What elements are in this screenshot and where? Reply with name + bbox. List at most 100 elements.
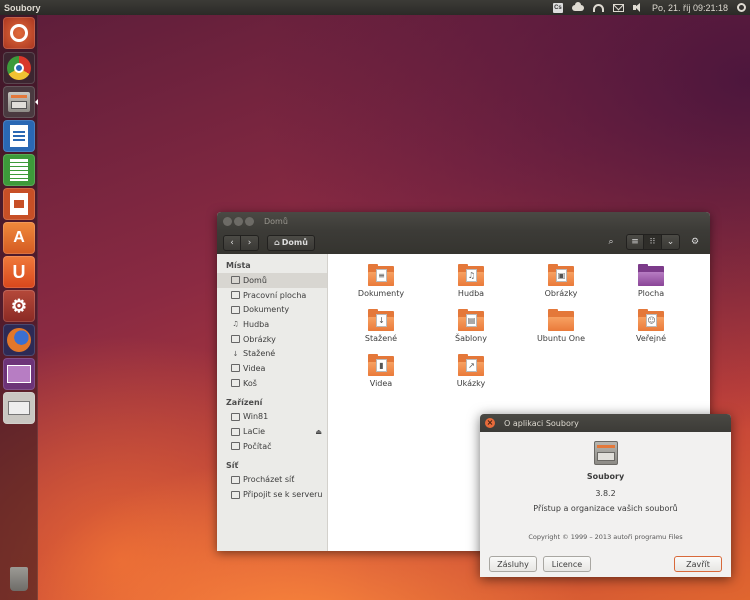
sidebar-item-label: LaCie bbox=[243, 427, 266, 437]
eject-icon[interactable]: ⏏ bbox=[315, 428, 322, 436]
drive-icon[interactable] bbox=[3, 392, 35, 424]
folder-examples[interactable]: ↗ Ukázky bbox=[426, 354, 516, 399]
cloud-icon[interactable] bbox=[571, 1, 584, 13]
folder-public[interactable]: ☺ Veřejné bbox=[606, 309, 696, 354]
wifi-icon[interactable] bbox=[592, 2, 604, 13]
firefox-icon[interactable] bbox=[3, 324, 35, 356]
folder-grid: ≡ Dokumenty ♫ Hudba ▣ Obrázky Plocha ↓ S… bbox=[336, 264, 696, 399]
close-icon[interactable] bbox=[223, 217, 232, 226]
folder-music[interactable]: ♫ Hudba bbox=[426, 264, 516, 309]
about-dialog-titlebar[interactable]: × O aplikaci Soubory bbox=[480, 414, 731, 432]
volume-icon[interactable] bbox=[632, 2, 643, 13]
sidebar-item-computer[interactable]: Počítač bbox=[217, 439, 327, 454]
chrome-icon[interactable] bbox=[3, 52, 35, 84]
grid-view-button[interactable]: ⁝⁝ bbox=[644, 234, 662, 250]
toolbar-right: ⌕ ≡ ⁝⁝ ⌄ ⚙ bbox=[602, 234, 704, 250]
files-icon[interactable] bbox=[3, 86, 35, 118]
breadcrumb[interactable]: ⌂ Domů bbox=[267, 234, 315, 251]
sidebar-item-label: Videa bbox=[243, 363, 266, 373]
trash-icon[interactable] bbox=[3, 563, 35, 595]
back-button[interactable]: ‹ bbox=[223, 234, 241, 251]
folder-downloads[interactable]: ↓ Stažené bbox=[336, 309, 426, 354]
file-manager-titlebar[interactable]: Domů bbox=[217, 212, 710, 231]
minimize-icon[interactable] bbox=[234, 217, 243, 226]
about-dialog-title: O aplikaci Soubory bbox=[504, 418, 579, 428]
software-center-icon[interactable]: A bbox=[3, 222, 35, 254]
mail-icon[interactable] bbox=[612, 2, 624, 13]
ubuntu-dash-icon[interactable] bbox=[3, 17, 35, 49]
about-dialog: × O aplikaci Soubory Soubory 3.8.2 Příst… bbox=[480, 414, 731, 577]
drive-icon bbox=[231, 412, 240, 421]
close-icon[interactable]: × bbox=[485, 418, 495, 428]
documents-icon bbox=[231, 305, 240, 314]
search-icon: ⌕ bbox=[608, 237, 614, 247]
folder-label: Stažené bbox=[364, 334, 398, 343]
music-icon: ♫ bbox=[232, 320, 239, 329]
sidebar-item-label: Stažené bbox=[243, 349, 276, 359]
libreoffice-impress-icon[interactable] bbox=[3, 188, 35, 220]
folder-videos[interactable]: ▮ Videa bbox=[336, 354, 426, 399]
folder-icon bbox=[638, 264, 664, 286]
sidebar-item-win81[interactable]: Win81 bbox=[217, 410, 327, 425]
clock[interactable]: Po, 21. říj 09:21:18 bbox=[652, 2, 728, 13]
folder-icon: ↗ bbox=[458, 354, 484, 376]
view-options-button[interactable]: ⌄ bbox=[662, 234, 680, 250]
desktop-icon bbox=[231, 291, 240, 300]
ubuntu-one-icon[interactable]: U bbox=[3, 256, 35, 288]
close-button[interactable]: Zavřít bbox=[674, 556, 722, 572]
folder-icon: ▮ bbox=[368, 354, 394, 376]
gear-icon[interactable] bbox=[737, 2, 746, 13]
sidebar-item-home[interactable]: Domů bbox=[217, 273, 327, 288]
video-icon bbox=[231, 364, 240, 373]
libreoffice-calc-icon[interactable] bbox=[3, 154, 35, 186]
sidebar-item-connect-server[interactable]: Připojit se k serveru bbox=[217, 487, 327, 502]
sidebar-item-label: Koš bbox=[243, 378, 257, 388]
sidebar-item-label: Win81 bbox=[243, 412, 269, 422]
forward-button[interactable]: › bbox=[241, 234, 259, 251]
sidebar-item-pictures[interactable]: Obrázky bbox=[217, 332, 327, 347]
sidebar-item-videos[interactable]: Videa bbox=[217, 361, 327, 376]
workspace-switcher-icon[interactable] bbox=[3, 358, 35, 390]
navigation-buttons: ‹ › bbox=[223, 234, 259, 251]
devices-header: Zařízení bbox=[226, 397, 263, 407]
search-button[interactable]: ⌕ bbox=[602, 234, 620, 250]
view-mode-group: ≡ ⁝⁝ ⌄ bbox=[626, 234, 680, 250]
drive-icon bbox=[231, 427, 240, 436]
sidebar-item-label: Domů bbox=[243, 275, 267, 285]
places-header: Místa bbox=[226, 261, 251, 270]
license-button[interactable]: Licence bbox=[543, 556, 591, 572]
network-icon bbox=[231, 475, 240, 484]
sidebar-item-browse-network[interactable]: Procházet síť bbox=[217, 473, 327, 488]
sidebar-item-music[interactable]: ♫ Hudba bbox=[217, 317, 327, 332]
sidebar-item-desktop[interactable]: Pracovní plocha bbox=[217, 288, 327, 303]
list-view-button[interactable]: ≡ bbox=[626, 234, 644, 250]
maximize-icon[interactable] bbox=[245, 217, 254, 226]
folder-templates[interactable]: ▤ Šablony bbox=[426, 309, 516, 354]
active-app-pip bbox=[35, 99, 38, 105]
sidebar-item-label: Procházet síť bbox=[243, 475, 295, 485]
app-name: Soubory bbox=[586, 472, 625, 481]
keyboard-layout-indicator[interactable]: Cs bbox=[552, 2, 563, 13]
sidebar-item-documents[interactable]: Dokumenty bbox=[217, 302, 327, 317]
folder-pictures[interactable]: ▣ Obrázky bbox=[516, 264, 606, 309]
folder-desktop[interactable]: Plocha bbox=[606, 264, 696, 309]
sidebar-item-downloads[interactable]: ↓ Stažené bbox=[217, 346, 327, 361]
folder-label: Plocha bbox=[637, 289, 665, 298]
credits-button[interactable]: Zásluhy bbox=[489, 556, 537, 572]
libreoffice-writer-icon[interactable] bbox=[3, 120, 35, 152]
launcher: A U ⚙ bbox=[0, 15, 38, 600]
about-dialog-body: Soubory 3.8.2 Přístup a organizace vašic… bbox=[480, 440, 731, 541]
folder-icon: ♫ bbox=[458, 264, 484, 286]
folder-icon bbox=[548, 309, 574, 331]
system-settings-icon[interactable]: ⚙ bbox=[3, 290, 35, 322]
folder-label: Ubuntu One bbox=[536, 334, 586, 343]
folder-documents[interactable]: ≡ Dokumenty bbox=[336, 264, 426, 309]
network-header: Síť bbox=[226, 460, 239, 470]
folder-ubuntu-one[interactable]: Ubuntu One bbox=[516, 309, 606, 354]
sidebar-item-label: Připojit se k serveru bbox=[243, 490, 323, 500]
sidebar-item-label: Pracovní plocha bbox=[243, 290, 307, 300]
settings-button[interactable]: ⚙ bbox=[686, 234, 704, 250]
sidebar-item-lacie[interactable]: LaCie ⏏ bbox=[217, 424, 327, 439]
sidebar-item-trash[interactable]: Koš bbox=[217, 376, 327, 391]
sidebar-item-label: Dokumenty bbox=[243, 305, 290, 315]
